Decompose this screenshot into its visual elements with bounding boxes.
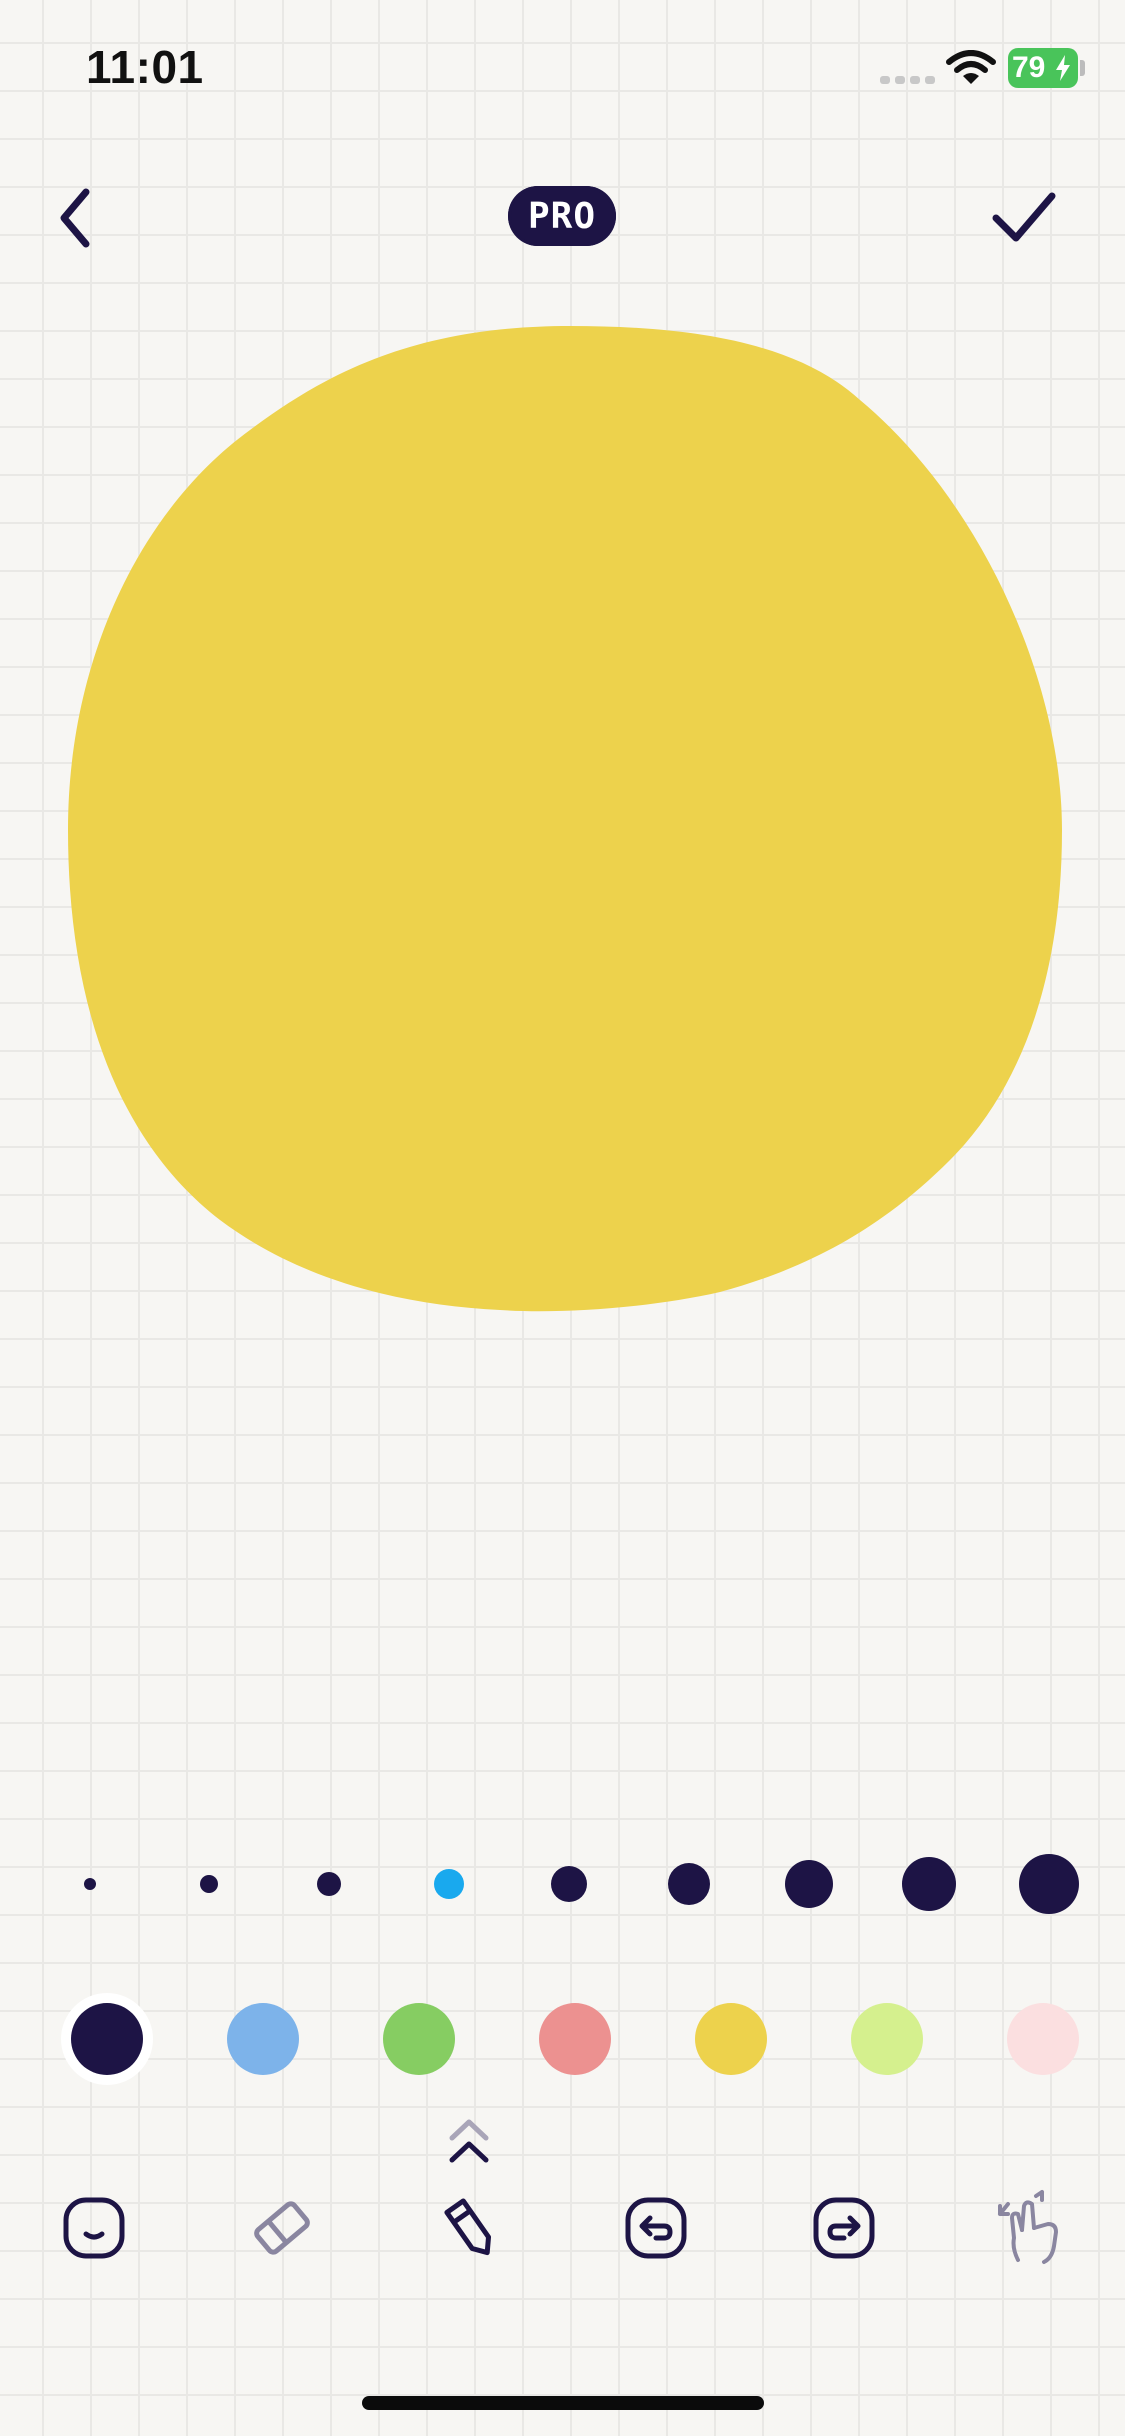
brush-size-option[interactable] — [668, 1863, 710, 1905]
chevron-left-icon — [60, 188, 90, 248]
pencil-icon — [444, 2198, 492, 2256]
chevron-up-icon — [449, 2119, 489, 2163]
brush-size-option[interactable] — [317, 1872, 341, 1896]
brush-size-option[interactable] — [1019, 1854, 1079, 1914]
undo-button[interactable] — [616, 2188, 696, 2268]
color-swatch[interactable] — [227, 2003, 299, 2075]
pinch-zoom-button[interactable] — [990, 2188, 1070, 2268]
brush-size-option[interactable] — [902, 1857, 956, 1911]
pro-badge[interactable]: PRO — [508, 186, 616, 246]
redo-button[interactable] — [804, 2188, 884, 2268]
color-swatch[interactable] — [539, 2003, 611, 2075]
sticker-tool-button[interactable] — [54, 2188, 134, 2268]
brush-size-option[interactable] — [551, 1866, 587, 1902]
color-swatch[interactable] — [71, 2003, 143, 2075]
color-swatch[interactable] — [383, 2003, 455, 2075]
brush-size-option[interactable] — [785, 1860, 833, 1908]
eraser-icon — [254, 2201, 310, 2255]
color-swatch[interactable] — [1007, 2003, 1079, 2075]
drawn-blob — [68, 326, 1062, 1312]
back-button[interactable] — [36, 178, 116, 258]
color-swatch[interactable] — [695, 2003, 767, 2075]
color-swatch[interactable] — [851, 2003, 923, 2075]
brush-size-picker — [0, 1844, 1125, 1924]
eraser-tool-button[interactable] — [242, 2188, 322, 2268]
expand-toolbar-button[interactable] — [444, 2116, 494, 2166]
brush-size-option[interactable] — [434, 1869, 464, 1899]
smiley-face-icon — [63, 2197, 125, 2259]
done-button[interactable] — [984, 178, 1064, 258]
undo-icon — [625, 2197, 687, 2259]
redo-icon — [813, 2197, 875, 2259]
checkmark-icon — [992, 192, 1056, 242]
home-indicator — [362, 2396, 764, 2410]
brush-size-option[interactable] — [200, 1875, 218, 1893]
pencil-tool-button[interactable] — [430, 2188, 510, 2268]
brush-size-option[interactable] — [84, 1878, 96, 1890]
pinch-gesture-icon — [998, 2190, 1058, 2264]
